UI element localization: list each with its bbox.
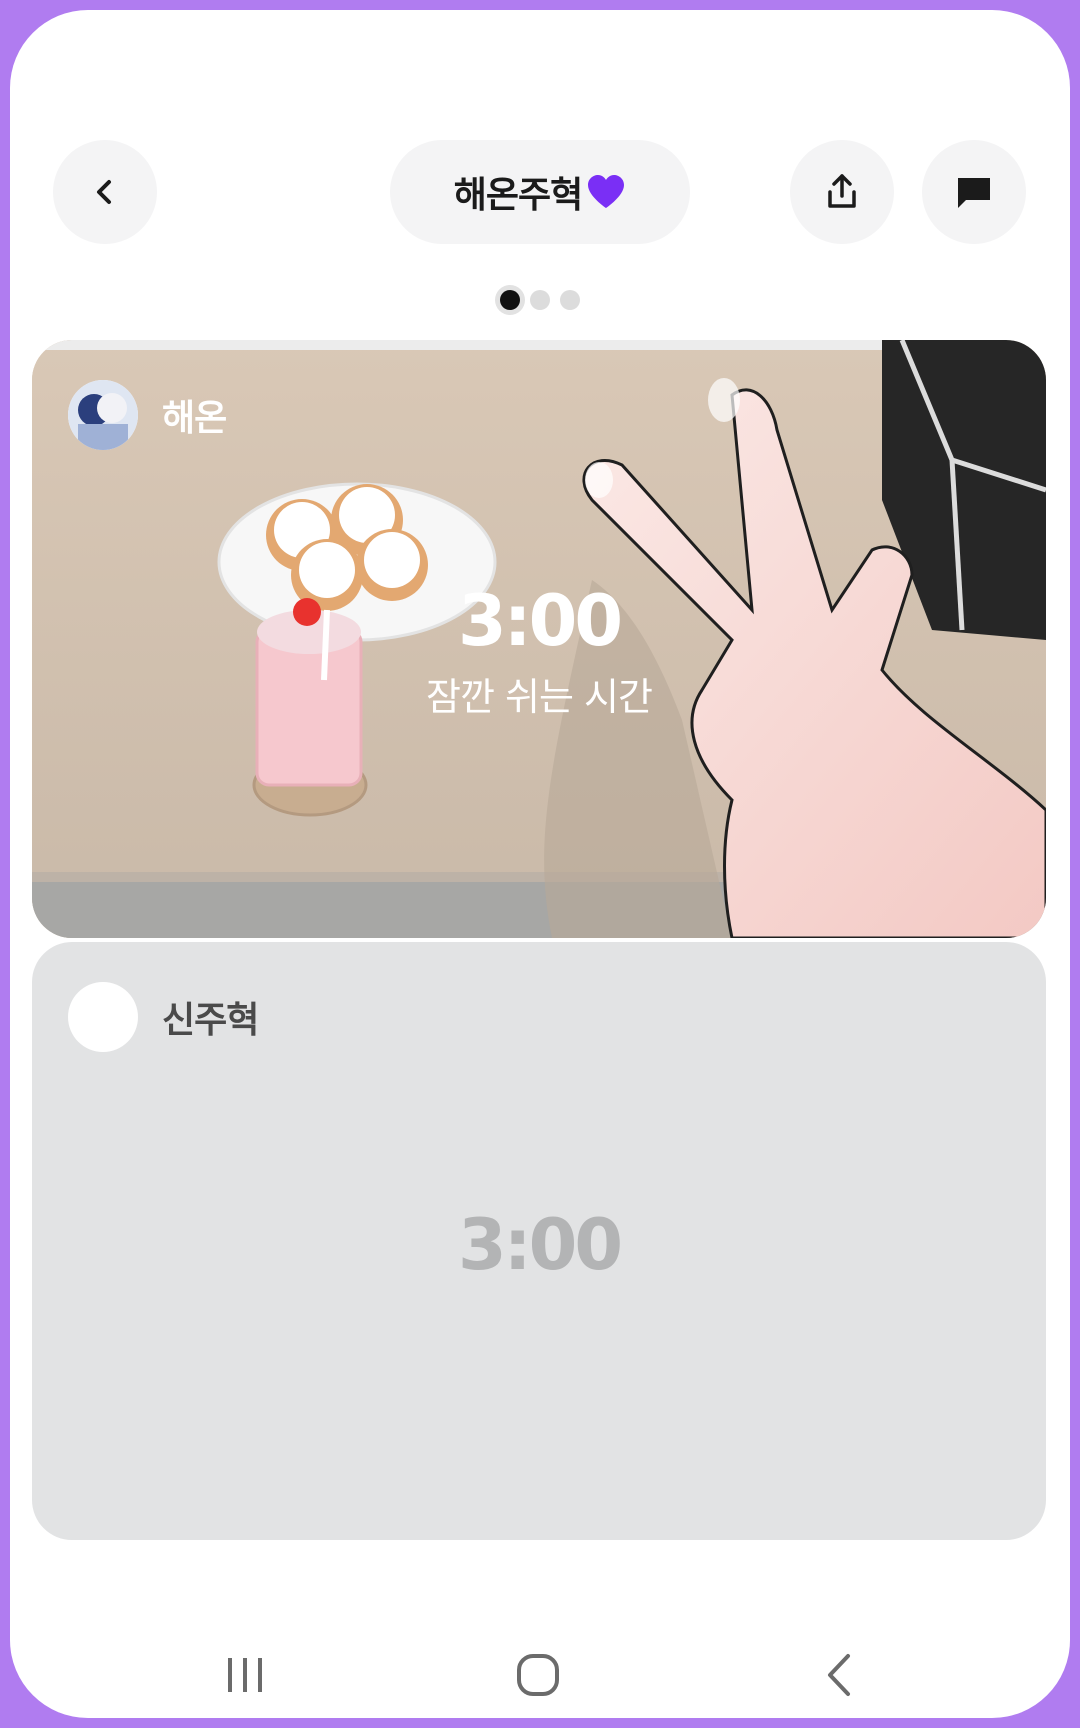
chat-title-pill[interactable]: 해온주혁 bbox=[390, 140, 690, 244]
back-nav-button[interactable] bbox=[786, 1620, 896, 1718]
chat-button[interactable] bbox=[922, 140, 1026, 244]
recents-icon bbox=[228, 1658, 262, 1692]
chevron-left-icon bbox=[97, 180, 111, 204]
chat-title: 해온주혁 bbox=[453, 175, 583, 216]
page-dot[interactable] bbox=[530, 290, 550, 310]
home-button[interactable] bbox=[483, 1620, 593, 1718]
share-button[interactable] bbox=[790, 140, 894, 244]
card-header: 신주혁 bbox=[68, 982, 259, 1052]
home-icon bbox=[517, 1654, 559, 1696]
story-card-shinjuhyuk[interactable]: 신주혁 3:00 bbox=[32, 942, 1046, 1540]
app-screen: 해온주혁 해온 3:00 잠깐 쉬는 시간 신주혁 3:00 bbox=[10, 10, 1070, 1718]
recents-button[interactable] bbox=[190, 1620, 300, 1718]
avatar[interactable] bbox=[68, 380, 138, 450]
avatar-image bbox=[68, 380, 138, 450]
back-icon bbox=[828, 1654, 850, 1696]
page-dot[interactable] bbox=[560, 290, 580, 310]
timer-text: 3:00 bbox=[457, 1204, 623, 1286]
system-nav-bar bbox=[10, 1620, 1070, 1718]
heart-icon bbox=[588, 175, 625, 208]
share-icon bbox=[828, 174, 856, 208]
card-author-name: 해온 bbox=[162, 398, 227, 439]
back-button[interactable] bbox=[53, 140, 157, 244]
card-header: 해온 bbox=[68, 380, 227, 450]
chat-bubble-icon bbox=[958, 178, 990, 208]
card-author-name: 신주혁 bbox=[162, 1000, 259, 1041]
page-indicator bbox=[10, 282, 1070, 318]
story-card-haeon[interactable]: 해온 3:00 잠깐 쉬는 시간 bbox=[32, 340, 1046, 938]
timer-text: 3:00 bbox=[457, 580, 623, 662]
avatar[interactable] bbox=[68, 982, 138, 1052]
timer-caption: 잠깐 쉬는 시간 bbox=[426, 675, 653, 719]
page-dot-active[interactable] bbox=[500, 290, 520, 310]
